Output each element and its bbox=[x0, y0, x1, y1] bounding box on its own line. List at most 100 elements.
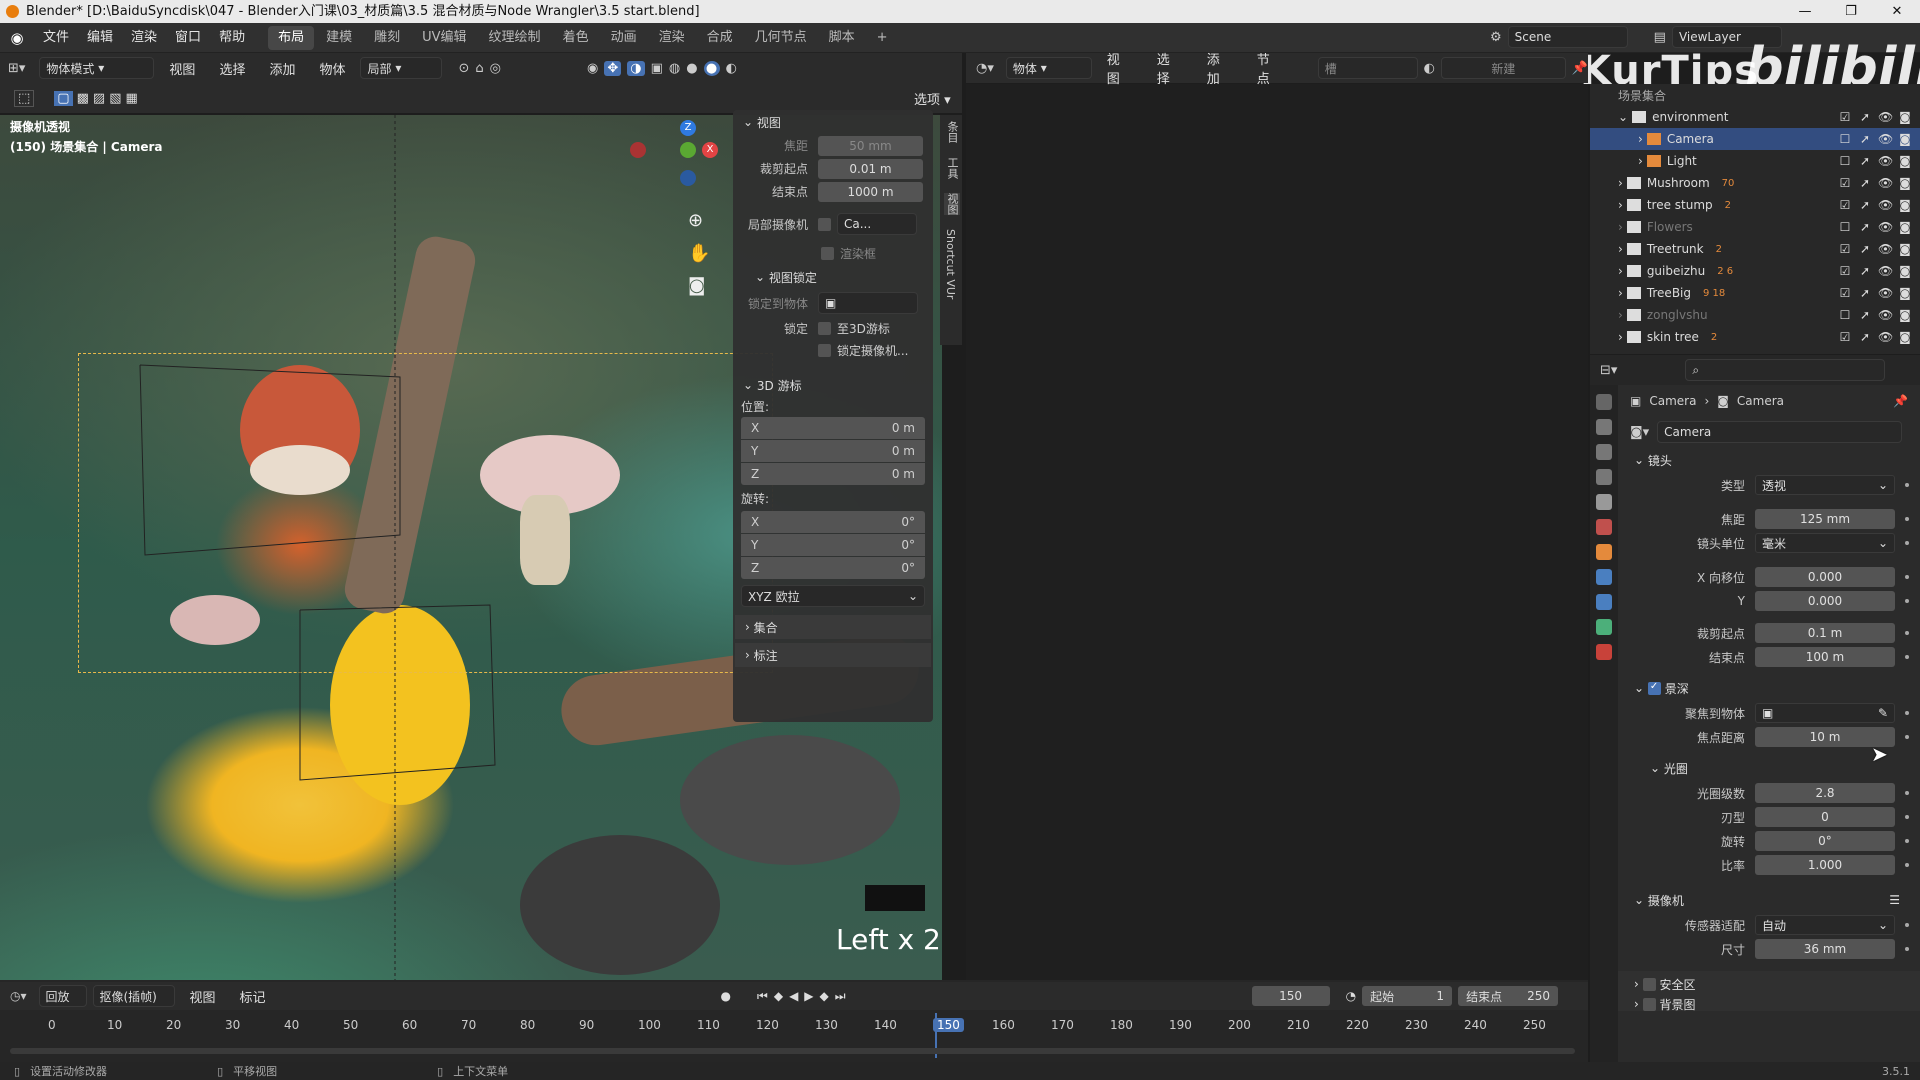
eye-icon[interactable]: 👁 bbox=[1878, 330, 1893, 344]
gizmo-y-icon[interactable] bbox=[680, 142, 696, 158]
outliner-row-guibeizhu[interactable]: › guibeizhu 2 6 ☑ ➚ 👁 ◙ bbox=[1590, 260, 1920, 282]
timeline-menu-marker[interactable]: 标记 bbox=[231, 987, 275, 1006]
outliner-row-environment[interactable]: ⌄ environment ☑ ➚ 👁 ◙ bbox=[1590, 106, 1920, 128]
menu-help[interactable]: 帮助 bbox=[210, 23, 254, 53]
render-camera-icon[interactable]: ◙ bbox=[1898, 286, 1912, 300]
current-frame-field[interactable]: 150 bbox=[1251, 986, 1330, 1006]
playback-menu[interactable]: 回放 bbox=[38, 985, 87, 1007]
select-extend-icon[interactable]: ▩ bbox=[77, 91, 89, 106]
timeline-menu-view[interactable]: 视图 bbox=[181, 987, 225, 1006]
tab-item[interactable]: 条目 bbox=[944, 121, 960, 143]
exclude-checkbox[interactable]: ☐ bbox=[1838, 154, 1852, 168]
pan-hand-icon[interactable]: ✋ bbox=[688, 243, 710, 264]
close-button[interactable]: ✕ bbox=[1874, 0, 1920, 23]
eye-icon[interactable]: 👁 bbox=[1878, 110, 1893, 124]
new-material-button[interactable]: 新建 bbox=[1440, 57, 1566, 79]
overlay-toggle-icon[interactable]: ◑ bbox=[627, 60, 645, 76]
blades-field[interactable]: 0 bbox=[1755, 807, 1895, 827]
preset-list-icon[interactable]: ☰ bbox=[1889, 893, 1900, 907]
cursor-rot-z[interactable]: Z 0° bbox=[741, 557, 925, 579]
dof-checkbox[interactable] bbox=[1647, 681, 1661, 695]
select-arrow-icon[interactable]: ➚ bbox=[1858, 264, 1872, 278]
clip-end-prop-field[interactable]: 100 m bbox=[1755, 647, 1895, 667]
tool-tab-icon[interactable] bbox=[1596, 394, 1612, 410]
cursor-loc-x[interactable]: X0 m bbox=[741, 417, 925, 439]
editor2-menu-add[interactable]: 添加 bbox=[1198, 49, 1242, 87]
material-browse-icon[interactable]: ◐ bbox=[1424, 61, 1435, 76]
minimize-button[interactable]: — bbox=[1782, 0, 1828, 23]
tab-scripting[interactable]: 脚本 bbox=[819, 26, 865, 50]
expand-arrow-icon[interactable]: › bbox=[1638, 132, 1643, 146]
tab-sculpting[interactable]: 雕刻 bbox=[364, 26, 410, 50]
transform-orientation-selector[interactable]: 局部 ▾ bbox=[360, 57, 443, 79]
camera-data-tab-icon[interactable] bbox=[1596, 619, 1612, 635]
focus-object-field[interactable]: ▣ ✎ bbox=[1755, 703, 1895, 723]
render-camera-icon[interactable]: ◙ bbox=[1898, 154, 1912, 168]
menu-object[interactable]: 物体 bbox=[310, 59, 354, 78]
expand-arrow-icon[interactable]: › bbox=[1618, 242, 1623, 256]
camera-view-icon[interactable]: ◙ bbox=[688, 275, 705, 296]
exclude-checkbox[interactable]: ☐ bbox=[1838, 308, 1852, 322]
render-camera-icon[interactable]: ◙ bbox=[1898, 308, 1912, 322]
pin-props-icon[interactable]: 📌 bbox=[1893, 394, 1908, 408]
render-camera-icon[interactable]: ◙ bbox=[1898, 242, 1912, 256]
cursor-loc-z[interactable]: Z0 m bbox=[741, 463, 925, 485]
texture-tab-icon[interactable] bbox=[1596, 644, 1612, 660]
outliner-row-camera[interactable]: › Camera ☐ ➚ 👁 ◙ bbox=[1590, 128, 1920, 150]
options-menu[interactable]: 选项 ▾ bbox=[905, 89, 960, 108]
outliner-row-treetrunk[interactable]: › Treetrunk 2 ☑ ➚ 👁 ◙ bbox=[1590, 238, 1920, 260]
timeline-scrollbar[interactable] bbox=[10, 1048, 1575, 1054]
editor-type-icon[interactable]: ⊞▾ bbox=[8, 61, 25, 76]
render-camera-icon[interactable]: ◙ bbox=[1898, 264, 1912, 278]
menu-window[interactable]: 窗口 bbox=[166, 23, 210, 53]
lens-unit-select[interactable]: 毫米 ⌄ bbox=[1755, 533, 1895, 553]
background-images-checkbox[interactable] bbox=[1642, 997, 1656, 1011]
select-arrow-icon[interactable]: ➚ bbox=[1858, 220, 1872, 234]
select-arrow-icon[interactable]: ➚ bbox=[1858, 176, 1872, 190]
menu-select[interactable]: 选择 bbox=[210, 59, 254, 78]
gizmo-x-icon[interactable]: X bbox=[702, 142, 718, 158]
render-camera-icon[interactable]: ◙ bbox=[1898, 220, 1912, 234]
keying-menu[interactable]: 抠像(插帧) bbox=[92, 985, 175, 1007]
world-tab-icon[interactable] bbox=[1596, 519, 1612, 535]
select-invert-icon[interactable]: ▧ bbox=[109, 91, 121, 106]
prev-key-icon[interactable]: ◆ bbox=[774, 989, 783, 1003]
local-camera-field[interactable]: Ca... bbox=[837, 213, 917, 235]
outliner-row-skin-tree[interactable]: › skin tree 2 ☑ ➚ 👁 ◙ bbox=[1590, 326, 1920, 348]
cursor-rot-y[interactable]: Y 0° bbox=[741, 534, 925, 556]
jump-start-icon[interactable]: ⏮ bbox=[757, 989, 768, 1004]
physics-tab-icon[interactable] bbox=[1596, 569, 1612, 585]
constraints-tab-icon[interactable] bbox=[1596, 594, 1612, 610]
eye-icon[interactable]: 👁 bbox=[1878, 264, 1893, 278]
expand-arrow-icon[interactable]: › bbox=[1638, 154, 1643, 168]
camera-datablock-icon[interactable]: ◙▾ bbox=[1630, 425, 1649, 440]
section-camera[interactable]: ⌄ 摄像机 ☰ bbox=[1590, 887, 1920, 913]
exclude-checkbox[interactable]: ☑ bbox=[1838, 176, 1852, 190]
outliner-row-zonglvshu[interactable]: › zonglvshu ☐ ➚ 👁 ◙ bbox=[1590, 304, 1920, 326]
end-frame-field[interactable]: 结束点 250 bbox=[1458, 986, 1559, 1006]
camera-datablock-field[interactable]: Camera bbox=[1657, 421, 1903, 443]
local-camera-checkbox[interactable] bbox=[818, 217, 831, 231]
expand-arrow-icon[interactable]: ⌄ bbox=[1618, 110, 1628, 124]
select-arrow-icon[interactable]: ➚ bbox=[1858, 330, 1872, 344]
mode-selector[interactable]: 物体模式 ▾ bbox=[39, 57, 155, 79]
safe-areas-checkbox[interactable] bbox=[1642, 977, 1656, 991]
maximize-button[interactable]: ❐ bbox=[1828, 0, 1874, 23]
exclude-checkbox[interactable]: ☑ bbox=[1838, 286, 1852, 300]
tab-modeling[interactable]: 建模 bbox=[316, 26, 362, 50]
section-dof[interactable]: ⌄ 景深 bbox=[1590, 675, 1920, 701]
pivot-icon[interactable]: ⊙ bbox=[458, 61, 469, 76]
eye-icon[interactable]: 👁 bbox=[1878, 198, 1893, 212]
expand-arrow-icon[interactable]: › bbox=[1618, 286, 1623, 300]
zoom-icon[interactable]: ⊕ bbox=[688, 210, 703, 231]
section-view[interactable]: ⌄ 视图 bbox=[733, 110, 933, 134]
eye-icon[interactable]: 👁 bbox=[1878, 220, 1893, 234]
sensor-size-field[interactable]: 36 mm bbox=[1755, 939, 1895, 959]
select-arrow-icon[interactable]: ➚ bbox=[1858, 110, 1872, 124]
aperture-rotation-field[interactable]: 0° bbox=[1755, 831, 1895, 851]
shading-rendered-icon[interactable]: ◐ bbox=[726, 61, 737, 76]
outliner-row-flowers[interactable]: › Flowers ☐ ➚ 👁 ◙ bbox=[1590, 216, 1920, 238]
eye-icon[interactable]: 👁 bbox=[1878, 242, 1893, 256]
section-view-lock[interactable]: ⌄ 视图锁定 bbox=[733, 265, 933, 289]
tab-animation[interactable]: 动画 bbox=[601, 26, 647, 50]
